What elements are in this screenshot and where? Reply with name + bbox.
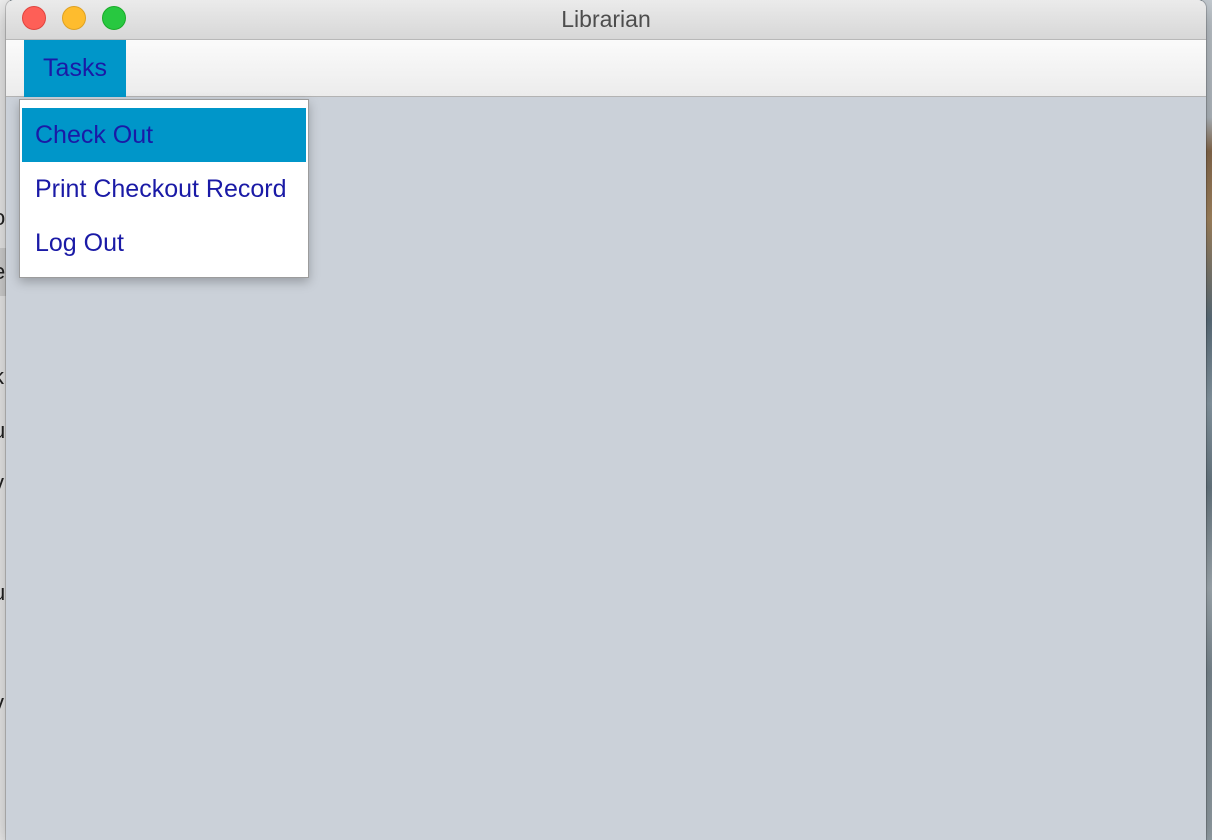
background-window-text: k [0, 364, 4, 390]
menu-item-log-out[interactable]: Log Out [22, 216, 306, 270]
background-window-text: v [0, 470, 4, 496]
window-titlebar[interactable]: Librarian [6, 0, 1206, 40]
menu-item-print-checkout-record[interactable]: Print Checkout Record [22, 162, 306, 216]
background-window-text: o [0, 205, 5, 231]
background-window-text: u [0, 580, 5, 606]
background-window-text: v [0, 690, 4, 716]
background-window-text: u [0, 418, 5, 444]
tasks-dropdown-menu: Check Out Print Checkout Record Log Out [19, 99, 309, 278]
menu-bar: Tasks [6, 40, 1206, 97]
menu-item-check-out[interactable]: Check Out [22, 108, 306, 162]
tasks-menu[interactable]: Tasks [24, 40, 126, 97]
background-window-text: e [0, 259, 5, 285]
window-title: Librarian [561, 6, 651, 32]
